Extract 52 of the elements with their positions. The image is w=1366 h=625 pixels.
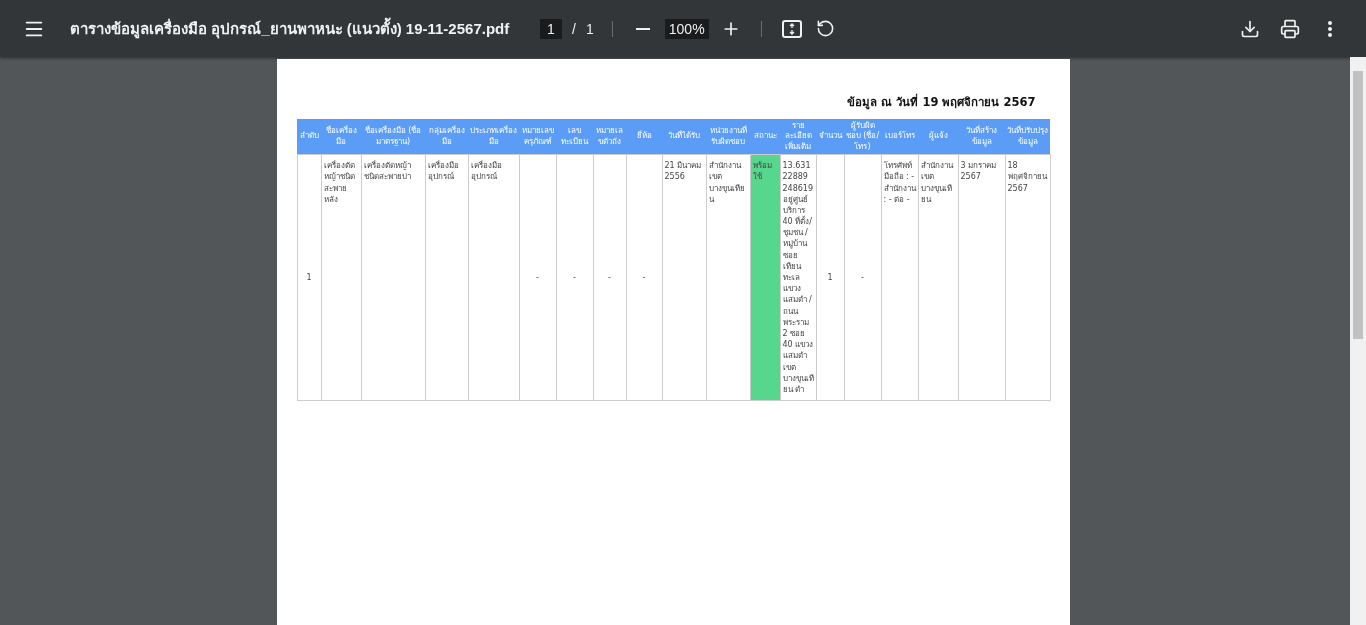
scrollbar-thumb[interactable] <box>1353 71 1363 339</box>
table-cell: โทรศัพท์มือถือ : - สำนักงาน : - ต่อ - <box>881 154 918 401</box>
table-cell: 1 <box>816 154 844 401</box>
status-cell: พร้อมใช้ <box>750 154 780 401</box>
column-header: ยี่ห้อ <box>626 119 662 155</box>
column-header: วันที่สร้างข้อมูล <box>958 119 1005 155</box>
column-header: กลุ่มเครื่องมือ <box>425 119 468 155</box>
column-header: เลขทะเบียน <box>556 119 593 155</box>
rotate-icon <box>816 19 836 38</box>
column-header: ประเภทเครื่องมือ <box>468 119 519 155</box>
page-separator: / <box>572 20 576 37</box>
more-icon <box>1328 20 1332 37</box>
table-cell: 21 มีนาคม 2556 <box>662 154 706 401</box>
column-header: หมายเลขตัวถัง <box>593 119 626 155</box>
document-title: ตารางข้อมูลเครื่องมือ อุปกรณ์_ยานพาหนะ (แนวตั้ง) 19-11-2567.pdf <box>70 16 511 41</box>
column-header: ชื่อเครื่องมือ <box>321 119 361 155</box>
column-header: ผู้แจ้ง <box>918 119 958 155</box>
column-header: ผู้รับผิดชอบ (ชื่อ/โทร) <box>844 119 881 155</box>
column-header: หน่วยงานที่รับผิดชอบ <box>706 119 750 155</box>
table-cell: 18 พฤศจิกายน 2567 <box>1005 154 1050 401</box>
fit-page-icon <box>781 19 802 38</box>
scrollbar[interactable] <box>1350 57 1366 625</box>
column-header: ลำดับ <box>297 119 321 155</box>
table-cell: 3 มกราคม 2567 <box>958 154 1005 401</box>
table-cell: 1 <box>297 154 321 401</box>
column-header: เบอร์โทร <box>881 119 918 155</box>
report-date-heading: ข้อมูล ณ วันที่ 19 พฤศจิกายน 2567 <box>847 93 1036 111</box>
column-header: ชื่อเครื่องมือ (ชื่อมาตรฐาน) <box>361 119 425 155</box>
table-cell: สำนักงานเขตบางขุนเทียน <box>706 154 750 401</box>
table-cell: เครื่องตัดหญ้าชนิดสะพายบ่า <box>361 154 425 401</box>
column-header: หมายเลขครุภัณฑ์ <box>519 119 556 155</box>
column-header: รายละเอียดเพิ่มเติม <box>780 119 816 155</box>
page-total: 1 <box>585 20 594 37</box>
column-header: วันที่ได้รับ <box>662 119 706 155</box>
table-cell: - <box>593 154 626 401</box>
print-icon <box>1280 18 1300 39</box>
table-cell: เครื่องมืออุปกรณ์ <box>468 154 519 401</box>
minus-icon <box>635 27 650 30</box>
table-cell: 13.63122889 248619 อยู่ศูนย์บริการ 40 ที่ตั้ง/ชุมชน /หมู่บ้าน ซอยเทียนทะเล แขวงแสมดำ /ถนนพระราม 2 ซอย 40 แขวงแสมดำ เขตบางขุนเทียน ดำ <box>780 154 816 401</box>
table-cell: - <box>519 154 556 401</box>
table-cell: เครื่องมืออุปกรณ์ <box>425 154 468 401</box>
column-header: จำนวน <box>816 119 844 155</box>
zoom-field[interactable]: 100% <box>664 18 709 39</box>
page-number-field[interactable]: 1 <box>540 18 562 39</box>
table-cell: - <box>556 154 593 401</box>
column-header: วันที่ปรับปรุงข้อมูล <box>1005 119 1050 155</box>
table-cell: - <box>626 154 662 401</box>
column-header: สถานะ <box>750 119 780 155</box>
table-cell: เครื่องตัดหญ้าชนิดสะพายหลัง <box>321 154 361 401</box>
download-icon <box>1240 18 1260 39</box>
table-cell: สำนักงานเขตบางขุนเทียน <box>918 154 958 401</box>
table-cell: - <box>844 154 881 401</box>
